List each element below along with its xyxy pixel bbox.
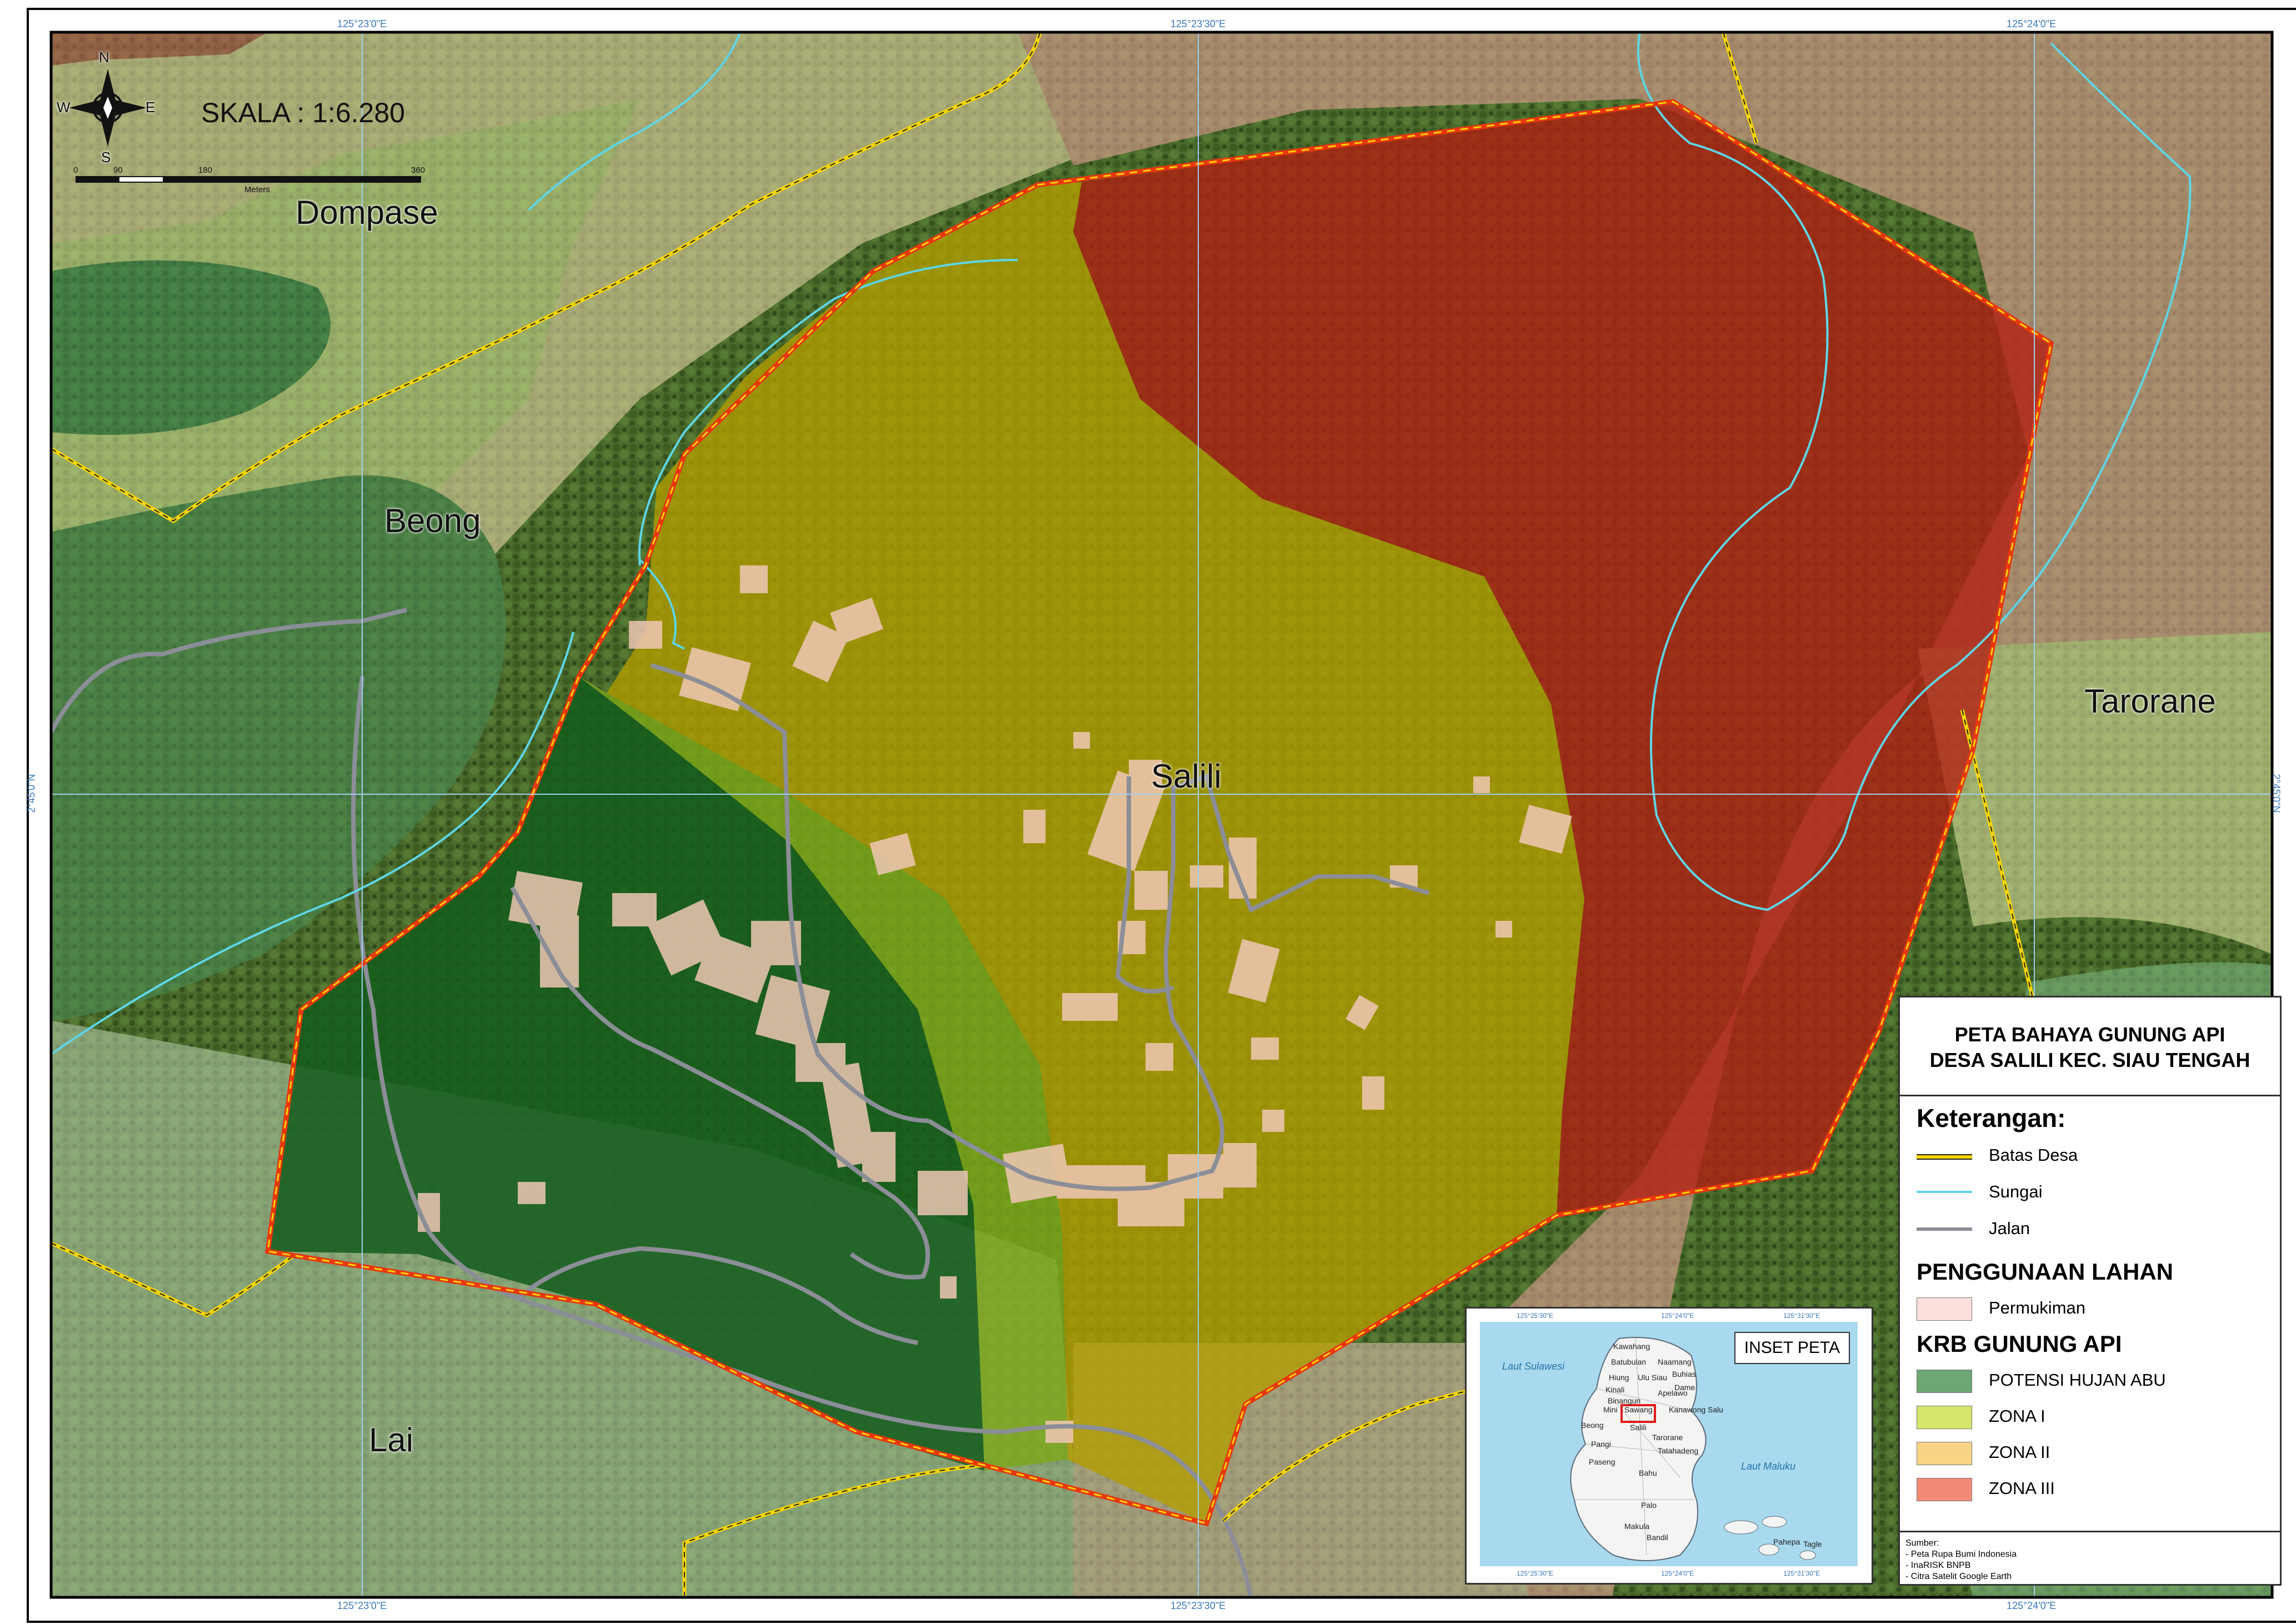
boundary-line-icon	[1917, 1154, 1972, 1160]
road-line-icon	[1917, 1227, 1972, 1231]
north-label: N	[99, 49, 109, 66]
inset-sea-sulawesi: Laut Sulawesi	[1502, 1361, 1565, 1372]
inset-village: Palo	[1641, 1501, 1657, 1510]
legend-item-permukiman: Permukiman	[1917, 1295, 2261, 1322]
inset-village: Buhias	[1672, 1370, 1696, 1379]
inset-village: Tarorane	[1652, 1433, 1683, 1442]
grid-label-bottom-1: 125°23'0"E	[337, 1600, 387, 1611]
legend-label: ZONA III	[1989, 1478, 2055, 1498]
inset-village: Hiung	[1609, 1373, 1629, 1382]
legend-item-jalan: Jalan	[1917, 1215, 2261, 1243]
legend-label: Jalan	[1989, 1219, 2030, 1238]
scale-unit: Meters	[244, 185, 270, 194]
inset-village: Sawang	[1624, 1405, 1653, 1414]
zona-ii-swatch-icon	[1917, 1442, 1972, 1465]
inset-village: Ulu Siau	[1638, 1373, 1667, 1382]
west-label: W	[57, 99, 71, 116]
scale-tick-360: 360	[411, 166, 426, 175]
scale-text: SKALA : 1:6.280	[201, 97, 405, 128]
zona-iii-swatch-icon	[1917, 1478, 1972, 1501]
inset-village: Tatahadeng	[1658, 1446, 1699, 1455]
legend-item-batas-desa: Batas Desa	[1917, 1142, 2261, 1170]
place-label-tarorane: Tarorane	[2084, 683, 2216, 720]
inset-village: Makula	[1624, 1522, 1650, 1531]
legend-item-sungai: Sungai	[1917, 1179, 2261, 1206]
inset-village: Kanawong Salu	[1669, 1405, 1724, 1414]
legend-panel: PETA BAHAYA GUNUNG API DESA SALILI KEC. …	[1898, 996, 2282, 1586]
source-line: - Citra Satelit Google Earth	[1905, 1572, 2012, 1581]
inset-village: Bahu	[1639, 1468, 1657, 1477]
legend-label: Permukiman	[1989, 1298, 2085, 1317]
source-line: - Peta Rupa Bumi Indonesia	[1905, 1550, 2017, 1559]
legend-penggunaan-lahan-head: PENGGUNAAN LAHAN	[1917, 1259, 2173, 1285]
map-title: PETA BAHAYA GUNUNG API DESA SALILI KEC. …	[1900, 998, 2280, 1096]
inset-village: Paseng	[1589, 1457, 1615, 1466]
scale-tick-180: 180	[198, 166, 213, 175]
inset-village: Pahepa	[1773, 1537, 1800, 1546]
inset-sea-maluku: Laut Maluku	[1741, 1461, 1796, 1472]
grid-label-top-1: 125°23'0"E	[337, 18, 387, 29]
river-line-icon	[1917, 1191, 1972, 1193]
grid-label-left: 2°45'0"N	[26, 774, 37, 813]
grid-label-bottom-2: 125°23'30"E	[1170, 1600, 1226, 1611]
grid-label-top-2: 125°23'30"E	[1170, 18, 1226, 29]
map-frame: N S W E SKALA : 1:6.280 0 90 180 360 Met…	[26, 8, 2296, 1623]
inset-village: Naamang	[1658, 1357, 1692, 1366]
sources-block: Sumber: - Peta Rupa Bumi Indonesia - Ina…	[1900, 1531, 2280, 1588]
legend-label: Batas Desa	[1989, 1145, 2078, 1165]
inset-village: Batubulan	[1611, 1357, 1647, 1366]
legend-label: POTENSI HUJAN ABU	[1989, 1370, 2166, 1390]
map-title-line-1: PETA BAHAYA GUNUNG API	[1954, 1023, 2225, 1046]
place-label-salili: Salili	[1151, 758, 1222, 795]
legend-label: ZONA I	[1989, 1406, 2045, 1426]
inset-map[interactable]: Laut Sulawesi Laut Maluku Kawahang Batub…	[1480, 1322, 1858, 1566]
scale-tick-90: 90	[113, 166, 123, 175]
legend-item-zona-ii: ZONA II	[1917, 1439, 2261, 1467]
scale-bar	[76, 176, 421, 183]
legend-keterangan: Keterangan:	[1917, 1104, 2066, 1132]
source-line: - InaRISK BNPB	[1905, 1561, 1971, 1570]
legend-label: Sungai	[1989, 1182, 2043, 1201]
inset-grid-bottom-3: 125°31'30"E	[1783, 1570, 1820, 1577]
scale-tick-0: 0	[73, 166, 78, 175]
map-title-line-2: DESA SALILI KEC. SIAU TENGAH	[1929, 1049, 2250, 1071]
legend-item-zona-i: ZONA I	[1917, 1403, 2261, 1431]
inset-village: Apelawo	[1658, 1389, 1688, 1397]
inset-village: Pangi	[1591, 1440, 1611, 1448]
inset-village: Kawahang	[1613, 1342, 1650, 1351]
south-label: S	[101, 149, 111, 166]
inset-village: Kinali	[1605, 1385, 1625, 1394]
inset-village: Beong	[1581, 1421, 1604, 1430]
east-label: E	[146, 99, 156, 116]
legend-krb-head: KRB GUNUNG API	[1917, 1331, 2122, 1357]
place-label-lai: Lai	[369, 1421, 414, 1458]
place-label-dompase: Dompase	[296, 194, 438, 231]
inset-title: INSET PETA	[1734, 1332, 1850, 1364]
inset-village: Mini	[1603, 1405, 1618, 1414]
inset-village: Tagle	[1803, 1540, 1822, 1548]
legend-label: ZONA II	[1989, 1442, 2050, 1462]
inset-grid-bottom-2: 125°24'0"E	[1661, 1570, 1694, 1577]
inset-grid-top-3: 125°31'30"E	[1783, 1312, 1820, 1320]
grid-label-bottom-3: 125°24'0"E	[2007, 1600, 2057, 1611]
inset-village: Salili	[1630, 1423, 1647, 1432]
potensi-swatch-icon	[1917, 1370, 1972, 1393]
legend-item-zona-iii: ZONA III	[1917, 1475, 2261, 1503]
inset-village: Bandil	[1647, 1533, 1668, 1542]
legend-item-potensi-hujan-abu: POTENSI HUJAN ABU	[1917, 1367, 2261, 1395]
inset-village: Binangun	[1608, 1396, 1641, 1405]
permukiman-swatch-icon	[1917, 1297, 1972, 1321]
grid-label-right: 2°45'0"N	[2270, 774, 2282, 813]
inset-map-box: Laut Sulawesi Laut Maluku Kawahang Batub…	[1465, 1307, 1873, 1585]
zona-i-swatch-icon	[1917, 1406, 1972, 1429]
place-label-beong: Beong	[384, 502, 481, 539]
grid-label-top-3: 125°24'0"E	[2007, 18, 2057, 29]
inset-grid-bottom-1: 125°25'30"E	[1517, 1570, 1554, 1577]
inset-grid-top-2: 125°24'0"E	[1661, 1312, 1694, 1320]
inset-grid-top-1: 125°25'30"E	[1517, 1312, 1554, 1320]
sources-head: Sumber:	[1905, 1538, 1939, 1548]
